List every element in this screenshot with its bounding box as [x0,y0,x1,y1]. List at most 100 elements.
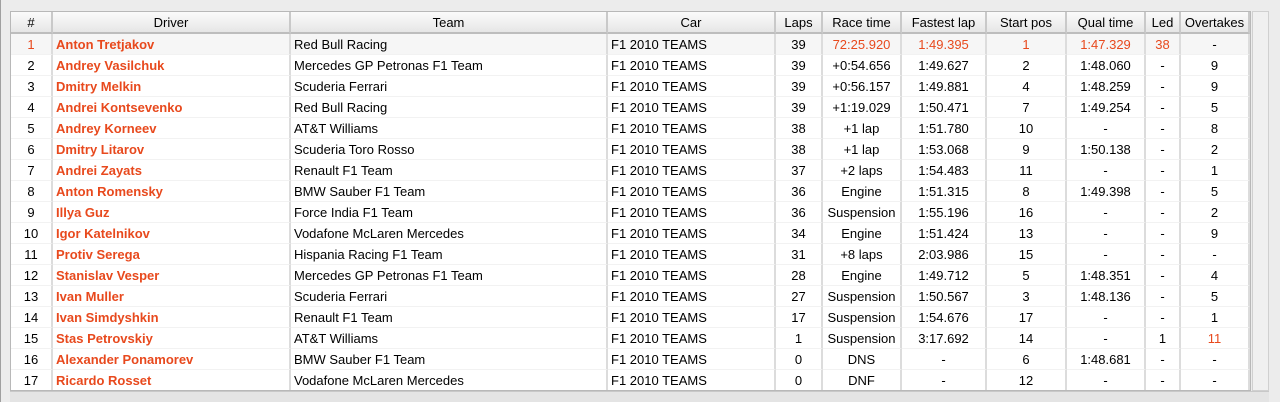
cell-race-time: Suspension [823,202,902,223]
cell-team: Mercedes GP Petronas F1 Team [291,265,608,286]
cell-driver[interactable]: Ricardo Rosset [53,370,291,390]
cell-pos: 2 [11,55,53,76]
cell-driver[interactable]: Protiv Serega [53,244,291,265]
cell-start-pos: 14 [987,328,1067,349]
cell-overtakes: 1 [1181,160,1250,181]
cell-led: - [1146,160,1181,181]
cell-fastest-lap: 1:51.424 [902,223,987,244]
cell-qual-time: - [1067,328,1146,349]
cell-team: Renault F1 Team [291,160,608,181]
cell-driver[interactable]: Ivan Muller [53,286,291,307]
cell-laps: 0 [776,349,823,370]
cell-driver[interactable]: Illya Guz [53,202,291,223]
table-row[interactable]: 15 Stas Petrovskiy AT&T Williams F1 2010 TE… [11,328,1250,349]
col-header-led[interactable]: Led [1146,12,1181,34]
cell-start-pos: 10 [987,118,1067,139]
cell-start-pos: 4 [987,76,1067,97]
cell-pos: 9 [11,202,53,223]
table-row[interactable]: 7 Andrei Zayats Renault F1 Team F1 2010 TEA… [11,160,1250,181]
col-header-race-time[interactable]: Race time [823,12,902,34]
cell-overtakes: 11 [1181,328,1250,349]
table-row[interactable]: 1 Anton Tretjakov Red Bull Racing F1 2010 T… [11,34,1250,55]
cell-start-pos: 11 [987,160,1067,181]
cell-driver[interactable]: Anton Tretjakov [53,34,291,55]
col-header-driver[interactable]: Driver [53,12,291,34]
col-header-overtakes[interactable]: Overtakes [1181,12,1250,34]
cell-driver[interactable]: Dmitry Melkin [53,76,291,97]
table-row[interactable]: 3 Dmitry Melkin Scuderia Ferrari F1 2010 TE… [11,76,1250,97]
table-row[interactable]: 10 Igor Katelnikov Vodafone McLaren Merced… [11,223,1250,244]
cell-laps: 28 [776,265,823,286]
cell-car: F1 2010 TEAMS [608,76,776,97]
cell-led: - [1146,181,1181,202]
cell-driver[interactable]: Ivan Simdyshkin [53,307,291,328]
cell-laps: 1 [776,328,823,349]
cell-pos: 1 [11,34,53,55]
cell-fastest-lap: - [902,370,987,390]
cell-race-time: +0:56.157 [823,76,902,97]
col-header-pos[interactable]: # [11,12,53,34]
cell-driver[interactable]: Stas Petrovskiy [53,328,291,349]
cell-race-time: Suspension [823,307,902,328]
cell-driver[interactable]: Alexander Ponamorev [53,349,291,370]
table-row[interactable]: 13 Ivan Muller Scuderia Ferrari F1 2010 TEA… [11,286,1250,307]
cell-car: F1 2010 TEAMS [608,370,776,390]
cell-car: F1 2010 TEAMS [608,202,776,223]
col-header-fastest-lap[interactable]: Fastest lap [902,12,987,34]
cell-car: F1 2010 TEAMS [608,160,776,181]
cell-laps: 37 [776,160,823,181]
cell-pos: 11 [11,244,53,265]
col-header-qual-time[interactable]: Qual time [1067,12,1146,34]
cell-overtakes: 2 [1181,202,1250,223]
cell-driver[interactable]: Andrey Korneev [53,118,291,139]
table-row[interactable]: 12 Stanislav Vesper Mercedes GP Petronas F… [11,265,1250,286]
cell-driver[interactable]: Anton Romensky [53,181,291,202]
col-header-laps[interactable]: Laps [776,12,823,34]
table-row[interactable]: 8 Anton Romensky BMW Sauber F1 Team F1 2010… [11,181,1250,202]
cell-team: Force India F1 Team [291,202,608,223]
cell-team: Red Bull Racing [291,34,608,55]
vertical-scrollbar[interactable] [1252,11,1269,391]
cell-laps: 39 [776,34,823,55]
cell-team: AT&T Williams [291,328,608,349]
table-row[interactable]: 9 Illya Guz Force India F1 Team F1 2010 TEA… [11,202,1250,223]
cell-pos: 15 [11,328,53,349]
cell-led: - [1146,55,1181,76]
table-row[interactable]: 16 Alexander Ponamorev BMW Sauber F1 Team F… [11,349,1250,370]
cell-qual-time: - [1067,307,1146,328]
cell-led: - [1146,307,1181,328]
cell-pos: 3 [11,76,53,97]
cell-race-time: +1:19.029 [823,97,902,118]
cell-driver[interactable]: Stanislav Vesper [53,265,291,286]
table-row[interactable]: 14 Ivan Simdyshkin Renault F1 Team F1 2010 … [11,307,1250,328]
col-header-start-pos[interactable]: Start pos [987,12,1067,34]
table-row[interactable]: 5 Andrey Korneev AT&T Williams F1 2010 TEAM… [11,118,1250,139]
cell-car: F1 2010 TEAMS [608,328,776,349]
cell-qual-time: - [1067,160,1146,181]
table-row[interactable]: 17 Ricardo Rosset Vodafone McLaren Mercede… [11,370,1250,390]
cell-qual-time: 1:47.329 [1067,34,1146,55]
table-row[interactable]: 11 Protiv Serega Hispania Racing F1 Team F1… [11,244,1250,265]
cell-led: - [1146,139,1181,160]
cell-driver[interactable]: Andrey Vasilchuk [53,55,291,76]
table-row[interactable]: 4 Andrei Kontsevenko Red Bull Racing F1 201… [11,97,1250,118]
cell-driver[interactable]: Andrei Kontsevenko [53,97,291,118]
cell-qual-time: 1:48.136 [1067,286,1146,307]
cell-car: F1 2010 TEAMS [608,139,776,160]
cell-pos: 7 [11,160,53,181]
col-header-car[interactable]: Car [608,12,776,34]
cell-pos: 10 [11,223,53,244]
cell-car: F1 2010 TEAMS [608,97,776,118]
cell-race-time: Engine [823,181,902,202]
cell-driver[interactable]: Dmitry Litarov [53,139,291,160]
table-row[interactable]: 6 Dmitry Litarov Scuderia Toro Rosso F1 201… [11,139,1250,160]
table-row[interactable]: 2 Andrey Vasilchuk Mercedes GP Petronas F1… [11,55,1250,76]
cell-race-time: +0:54.656 [823,55,902,76]
col-header-team[interactable]: Team [291,12,608,34]
cell-start-pos: 13 [987,223,1067,244]
cell-driver[interactable]: Igor Katelnikov [53,223,291,244]
cell-driver[interactable]: Andrei Zayats [53,160,291,181]
cell-qual-time: 1:48.681 [1067,349,1146,370]
cell-team: Red Bull Racing [291,97,608,118]
cell-fastest-lap: 1:54.483 [902,160,987,181]
